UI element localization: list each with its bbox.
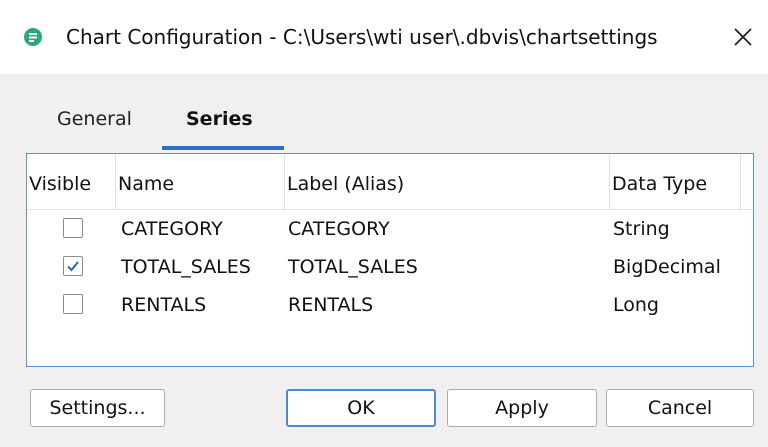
series-data-type: BigDecimal <box>613 256 721 278</box>
series-data-type: Long <box>613 294 659 316</box>
column-header-label[interactable]: Label (Alias) <box>287 172 404 196</box>
series-name: CATEGORY <box>121 218 223 240</box>
apply-button[interactable]: Apply <box>447 389 597 427</box>
series-label[interactable]: CATEGORY <box>288 217 390 241</box>
ok-button[interactable]: OK <box>286 389 436 427</box>
column-divider[interactable] <box>609 154 610 209</box>
column-header-visible[interactable]: Visible <box>29 172 91 196</box>
title-bar: Chart Configuration - C:\Users\wti user\… <box>0 0 768 74</box>
table-row[interactable]: CATEGORY CATEGORY String <box>27 211 753 247</box>
series-name: TOTAL_SALES <box>121 256 251 278</box>
active-tab-indicator <box>162 146 284 150</box>
series-data-type: String <box>613 218 670 240</box>
column-divider[interactable] <box>284 154 285 209</box>
column-divider[interactable] <box>740 154 741 209</box>
series-table: Visible Name Label (Alias) Data Type CAT… <box>26 153 754 367</box>
chart-configuration-dialog: Chart Configuration - C:\Users\wti user\… <box>0 0 768 447</box>
close-icon <box>734 28 752 46</box>
series-name: RENTALS <box>121 294 207 316</box>
tab-bar: General Series <box>0 74 768 154</box>
table-header: Visible Name Label (Alias) Data Type <box>27 154 753 210</box>
settings-button[interactable]: Settings... <box>30 389 165 427</box>
column-header-data-type[interactable]: Data Type <box>612 172 707 196</box>
window-title: Chart Configuration - C:\Users\wti user\… <box>66 25 658 49</box>
visible-checkbox[interactable] <box>63 218 83 238</box>
tab-series[interactable]: Series <box>186 107 253 131</box>
series-label[interactable]: RENTALS <box>288 293 373 317</box>
dbvis-icon <box>24 28 42 46</box>
tab-general[interactable]: General <box>57 107 132 131</box>
visible-checkbox[interactable] <box>63 256 83 276</box>
close-button[interactable] <box>728 22 758 52</box>
column-divider[interactable] <box>115 154 116 209</box>
checkmark-icon <box>67 261 79 272</box>
table-row[interactable]: TOTAL_SALES TOTAL_SALES BigDecimal <box>27 249 753 285</box>
visible-checkbox[interactable] <box>63 294 83 314</box>
cancel-button[interactable]: Cancel <box>606 389 754 427</box>
column-header-name[interactable]: Name <box>118 172 174 196</box>
table-row[interactable]: RENTALS RENTALS Long <box>27 287 753 323</box>
series-label[interactable]: TOTAL_SALES <box>288 255 418 279</box>
